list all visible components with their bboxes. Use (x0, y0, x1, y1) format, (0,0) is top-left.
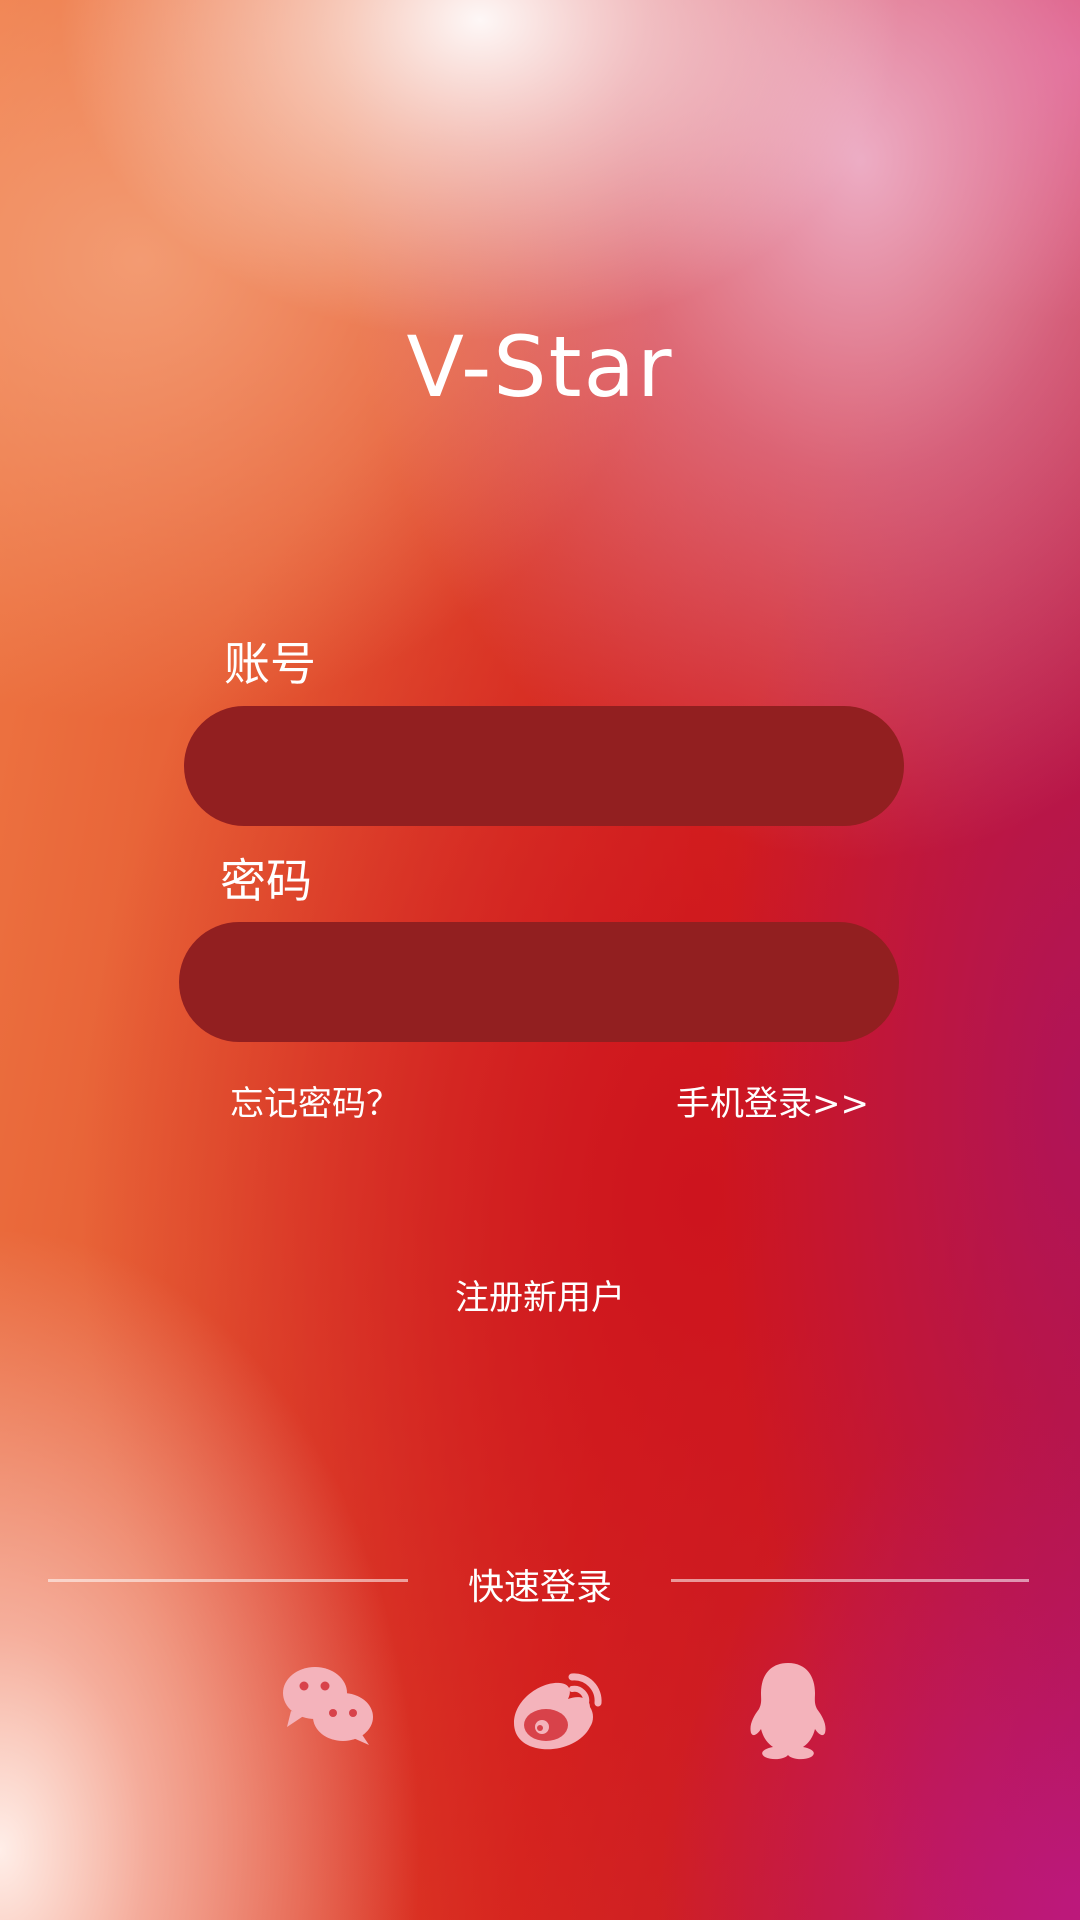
register-link[interactable]: 注册新用户 (0, 1270, 1080, 1319)
wechat-login-button[interactable] (275, 1655, 385, 1765)
password-label: 密码 (220, 854, 312, 908)
phone-login-link[interactable]: 手机登录>> (676, 1076, 869, 1125)
divider-right (671, 1579, 1029, 1582)
weibo-login-button[interactable] (502, 1655, 612, 1765)
qq-icon (733, 1655, 843, 1765)
account-label: 账号 (224, 637, 316, 691)
quick-login-label: 快速登录 (467, 1567, 612, 1608)
password-input[interactable] (179, 922, 899, 1042)
forgot-password-link[interactable]: 忘记密码？ (230, 1076, 400, 1125)
app-title: V-Star (406, 318, 674, 416)
weibo-icon (502, 1655, 612, 1765)
account-input[interactable] (184, 706, 904, 826)
wechat-icon (275, 1655, 385, 1765)
qq-login-button[interactable] (733, 1655, 843, 1765)
